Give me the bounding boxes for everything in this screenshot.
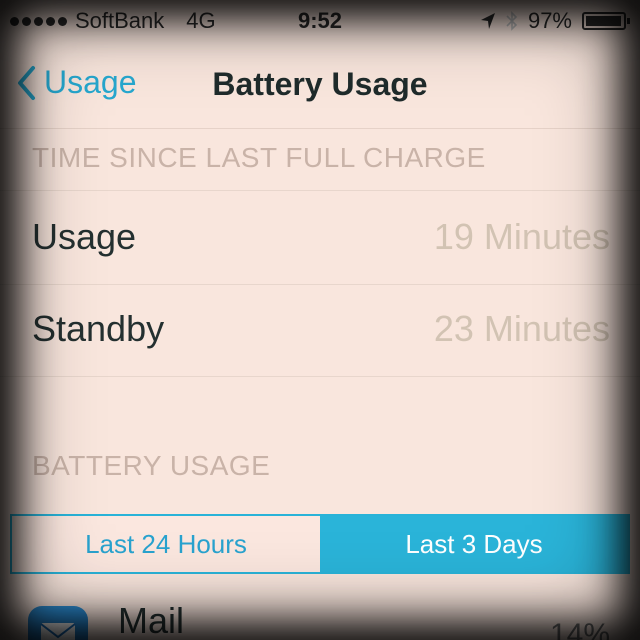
standby-label: Standby [32,308,165,349]
app-percent: 14% [549,618,610,640]
app-usage-row[interactable]: Mail 14% [0,580,640,640]
standby-row: Standby 23 Minutes [0,284,640,377]
battery-fill [586,16,621,26]
tab-last-3-days[interactable]: Last 3 Days [320,516,628,572]
usage-label: Usage [32,216,137,257]
usage-row: Usage 19 Minutes [0,192,640,285]
standby-value: 23 Minutes [433,308,610,349]
app-name: Mail [118,600,185,640]
status-right: 97% [480,8,630,34]
tab-last-24-hours[interactable]: Last 24 Hours [12,516,320,572]
screen: SoftBank 4G 9:52 97% Usage Battery Usage [0,0,640,640]
time-range-segmented-control: Last 24 Hours Last 3 Days [10,514,630,574]
battery-icon [582,12,630,30]
battery-percent: 97% [527,8,572,33]
time-since-header: TIME SINCE LAST FULL CHARGE [32,142,486,173]
page-title: Battery Usage [212,66,428,102]
status-bar: SoftBank 4G 9:52 97% [0,0,640,40]
location-arrow-icon [480,13,495,29]
battery-usage-header: BATTERY USAGE [32,450,271,481]
navigation-bar: Usage Battery Usage [0,44,640,129]
usage-value: 19 Minutes [433,216,610,257]
mail-app-icon [28,606,88,640]
bluetooth-icon [506,11,518,31]
